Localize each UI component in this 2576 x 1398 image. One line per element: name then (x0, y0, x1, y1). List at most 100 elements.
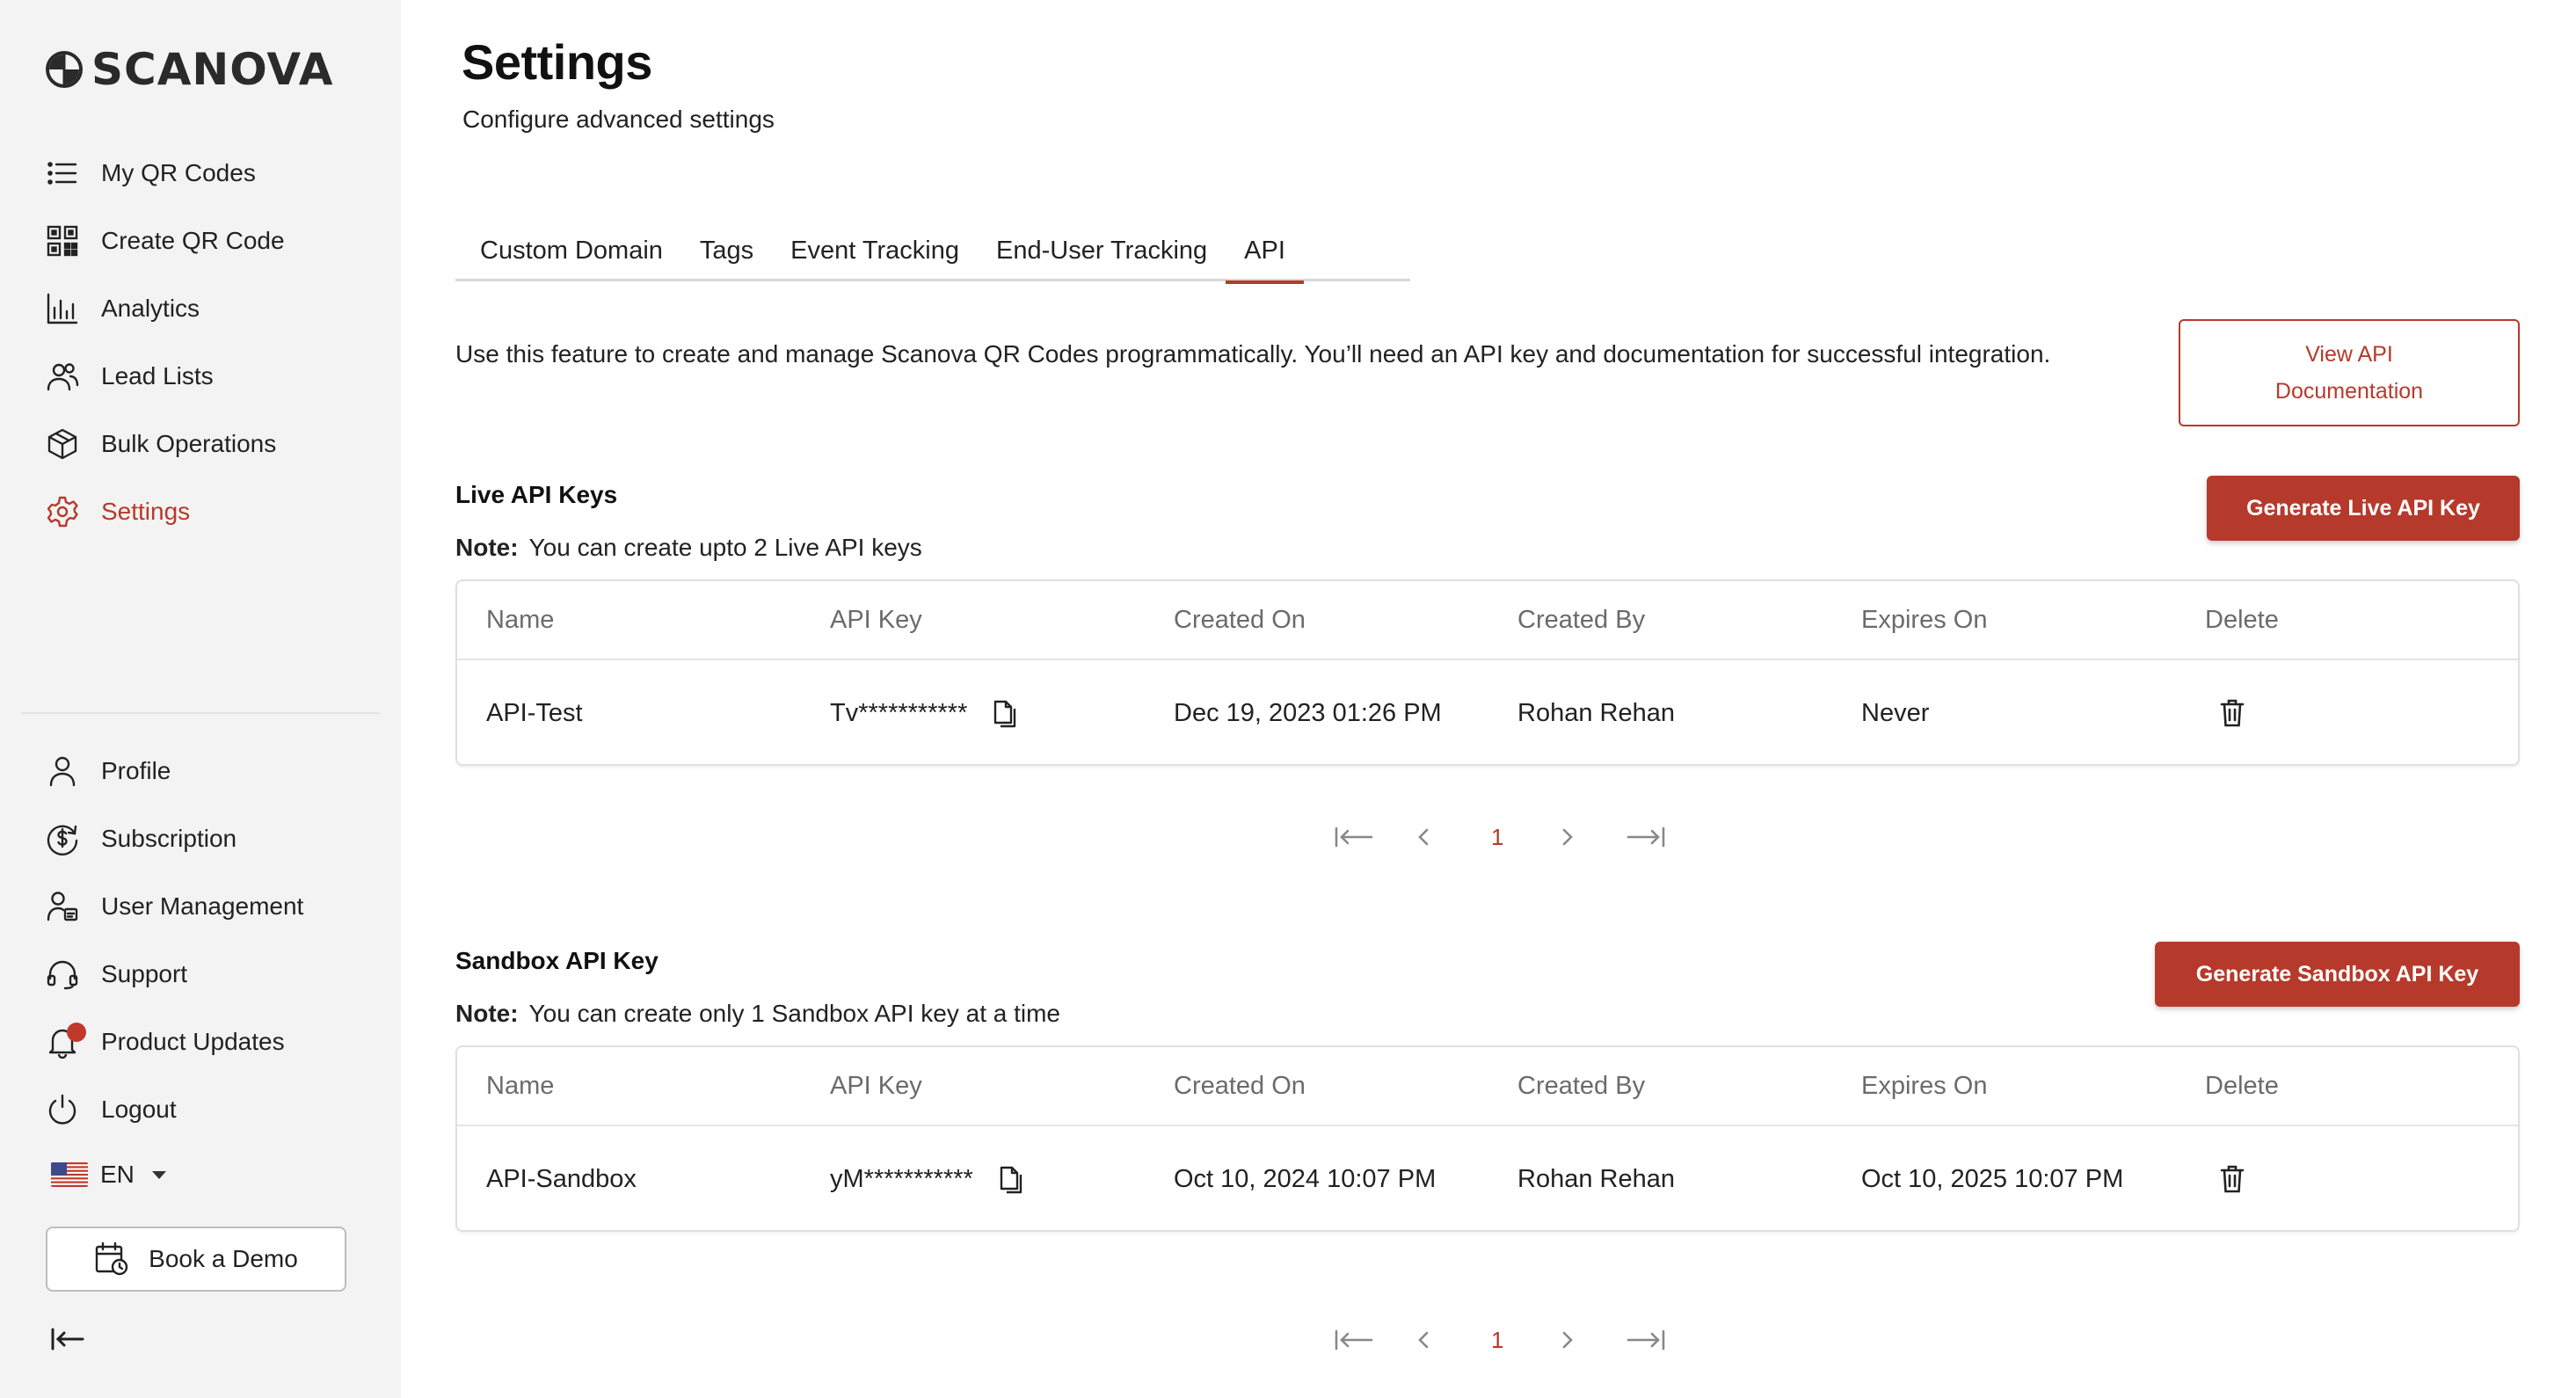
collapse-sidebar-icon[interactable] (49, 1324, 86, 1354)
last-page-icon[interactable] (1626, 824, 1667, 850)
generate-live-api-key-button[interactable]: Generate Live API Key (2207, 476, 2520, 541)
column-header[interactable]: Created By (1517, 581, 1645, 659)
table-row: API-Sandbox yM*********** Oct 10, 2024 1… (457, 1126, 2518, 1232)
book-demo-label: Book a Demo (149, 1245, 298, 1272)
logo-text: SCANOVA (91, 44, 334, 95)
sandbox-api-keys-table: Name API Key Created On Created By Expir… (455, 1045, 2520, 1232)
column-header[interactable]: API Key (830, 1047, 922, 1125)
api-key-masked: yM*********** (830, 1164, 973, 1193)
note-label: Note: (455, 534, 519, 561)
view-api-documentation-button[interactable]: View API Documentation (2179, 319, 2520, 426)
sidebar-item-label: Product Updates (101, 1027, 285, 1055)
sidebar-item-profile[interactable]: Profile (46, 737, 380, 805)
tab-api[interactable]: API (1226, 220, 1304, 284)
next-page-icon[interactable] (1560, 824, 1575, 850)
sidebar-item-label: User Management (101, 892, 304, 920)
live-api-note: Note: You can create upto 2 Live API keys (455, 534, 922, 562)
previous-page-icon[interactable] (1415, 1327, 1431, 1353)
sidebar-item-user-management[interactable]: User Management (46, 872, 380, 940)
last-page-icon[interactable] (1626, 1327, 1667, 1353)
expires-on: Oct 10, 2025 10:07 PM (1861, 1164, 2124, 1193)
column-header[interactable]: Created On (1174, 581, 1306, 659)
dollar-refresh-icon (46, 818, 88, 860)
column-header: Delete (2205, 605, 2279, 634)
box-icon (46, 423, 88, 465)
column-header[interactable]: Expires On (1861, 1047, 1987, 1125)
sidebar-item-bulk-operations[interactable]: Bulk Operations (46, 410, 380, 477)
table-row: API-Test Tv*********** Dec 19, 2023 01:2… (457, 660, 2518, 766)
key-name: API-Test (486, 698, 583, 727)
generate-sandbox-api-key-button[interactable]: Generate Sandbox API Key (2155, 942, 2520, 1007)
sidebar-item-my-qr-codes[interactable]: My QR Codes (46, 139, 380, 207)
created-by: Rohan Rehan (1517, 1164, 1675, 1193)
delete-cell (2205, 1126, 2245, 1232)
previous-page-icon[interactable] (1415, 824, 1431, 850)
sidebar-item-logout[interactable]: Logout (46, 1075, 380, 1143)
user-management-icon (46, 885, 88, 928)
users-icon (46, 355, 88, 397)
sidebar-item-label: Profile (101, 756, 171, 784)
note-text: You can create only 1 Sandbox API key at… (528, 1000, 1061, 1027)
sidebar-item-label: Subscription (101, 824, 237, 852)
sidebar-item-subscription[interactable]: Subscription (46, 805, 380, 872)
trash-icon[interactable] (2219, 698, 2245, 728)
bar-chart-icon (46, 288, 88, 330)
page-title: Settings (462, 34, 652, 90)
sidebar-item-label: My QR Codes (101, 158, 256, 186)
tab-event-tracking[interactable]: Event Tracking (772, 220, 978, 281)
table-header: Name API Key Created On Created By Expir… (457, 1047, 2518, 1126)
sidebar-item-label: Support (101, 959, 188, 987)
current-page-number[interactable]: 1 (1491, 1327, 1503, 1354)
created-by: Rohan Rehan (1517, 698, 1675, 727)
trash-icon[interactable] (2219, 1164, 2245, 1194)
logo[interactable]: SCANOVA (46, 44, 333, 95)
tab-tags[interactable]: Tags (681, 220, 772, 281)
gear-icon (46, 491, 88, 533)
sidebar-item-lead-lists[interactable]: Lead Lists (46, 342, 380, 410)
sidebar-item-support[interactable]: Support (46, 940, 380, 1008)
live-api-keys-table: Name API Key Created On Created By Expir… (455, 579, 2520, 766)
copy-icon[interactable] (992, 698, 1018, 728)
column-header[interactable]: API Key (830, 581, 922, 659)
expires-on: Never (1861, 698, 1930, 727)
notification-badge (67, 1022, 86, 1042)
first-page-icon[interactable] (1333, 824, 1373, 850)
column-header[interactable]: Name (486, 1047, 554, 1125)
column-header[interactable]: Created By (1517, 1047, 1645, 1125)
column-header[interactable]: Name (486, 581, 554, 659)
power-icon (46, 1089, 88, 1131)
copy-icon[interactable] (998, 1164, 1024, 1194)
note-label: Note: (455, 1000, 519, 1027)
sidebar-item-label: Analytics (101, 294, 200, 322)
bell-icon (46, 1021, 88, 1063)
sidebar-item-label: Bulk Operations (101, 429, 277, 457)
main-content: Settings Configure advanced settings Cus… (401, 0, 2576, 1398)
delete-cell (2205, 660, 2245, 766)
tab-end-user-tracking[interactable]: End-User Tracking (978, 220, 1226, 281)
sandbox-api-note: Note: You can create only 1 Sandbox API k… (455, 1000, 1060, 1028)
language-selector[interactable]: EN (51, 1161, 166, 1189)
sidebar-item-label: Lead Lists (101, 361, 214, 390)
next-page-icon[interactable] (1560, 1327, 1575, 1353)
sidebar-item-label: Logout (101, 1095, 177, 1123)
column-header[interactable]: Expires On (1861, 581, 1987, 659)
sidebar-item-analytics[interactable]: Analytics (46, 274, 380, 342)
api-key-cell: Tv*********** (830, 660, 1018, 766)
sidebar: SCANOVA My QR Codes Create QR Code Analy… (0, 0, 401, 1398)
first-page-icon[interactable] (1333, 1327, 1373, 1353)
table-header: Name API Key Created On Created By Expir… (457, 581, 2518, 660)
sidebar-item-product-updates[interactable]: Product Updates (46, 1008, 380, 1075)
sidebar-item-create-qr-code[interactable]: Create QR Code (46, 207, 380, 274)
current-page-number[interactable]: 1 (1491, 824, 1503, 851)
sandbox-api-key-title: Sandbox API Key (455, 947, 659, 974)
sidebar-item-settings[interactable]: Settings (46, 477, 380, 545)
key-name: API-Sandbox (486, 1164, 637, 1193)
note-text: You can create upto 2 Live API keys (528, 534, 922, 561)
tab-custom-domain[interactable]: Custom Domain (455, 220, 681, 281)
column-header[interactable]: Created On (1174, 1047, 1306, 1125)
user-icon (46, 750, 88, 792)
book-demo-button[interactable]: Book a Demo (46, 1227, 346, 1292)
created-on: Dec 19, 2023 01:26 PM (1174, 698, 1442, 727)
chevron-down-icon (151, 1170, 166, 1179)
settings-tabs: Custom Domain Tags Event Tracking End-Us… (455, 220, 1410, 284)
